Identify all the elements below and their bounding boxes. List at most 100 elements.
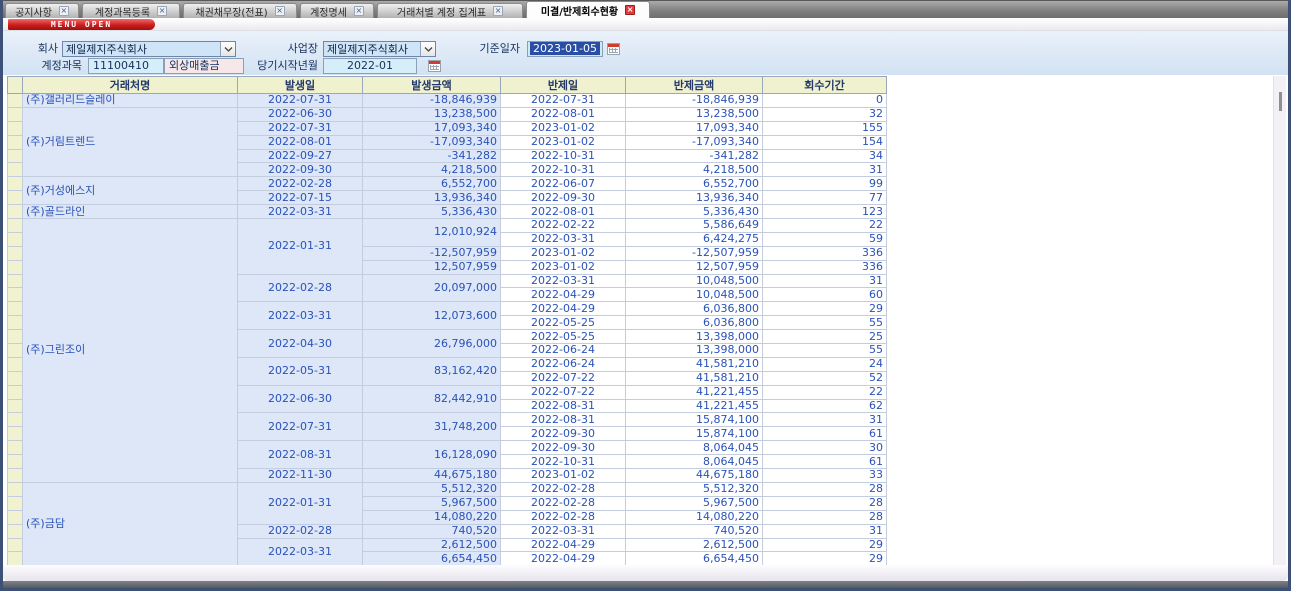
days-cell[interactable]: 0 [763, 94, 887, 108]
days-cell[interactable]: 34 [763, 149, 887, 163]
occ-date-cell[interactable]: 2022-06-30 [238, 107, 363, 121]
rep-date-cell[interactable]: 2022-06-24 [501, 344, 626, 358]
row-selector-cell[interactable] [8, 552, 23, 566]
row-selector-cell[interactable] [8, 232, 23, 246]
rep-date-cell[interactable]: 2023-01-02 [501, 135, 626, 149]
base-date-input[interactable]: 2023-01-05 [527, 41, 603, 57]
occ-date-cell[interactable]: 2022-08-31 [238, 441, 363, 469]
rep-amount-cell[interactable]: 5,336,430 [626, 205, 763, 219]
occ-date-cell[interactable]: 2022-07-31 [238, 413, 363, 441]
row-selector-cell[interactable] [8, 177, 23, 191]
customer-cell[interactable]: (주)갤러리드슬레이 [23, 94, 238, 108]
row-selector-cell[interactable] [8, 441, 23, 455]
days-cell[interactable]: 28 [763, 496, 887, 510]
occ-date-cell[interactable]: 2022-11-30 [238, 469, 363, 483]
occ-amount-cell[interactable]: 31,748,200 [363, 413, 501, 441]
customer-cell[interactable]: (주)금담 [23, 482, 238, 565]
account-name-field[interactable]: 외상매출금 [164, 58, 244, 74]
rep-date-cell[interactable]: 2022-06-07 [501, 177, 626, 191]
row-selector-cell[interactable] [8, 330, 23, 344]
occ-date-cell[interactable]: 2022-01-31 [238, 219, 363, 275]
rep-date-cell[interactable]: 2022-04-29 [501, 302, 626, 316]
days-cell[interactable]: 31 [763, 524, 887, 538]
days-cell[interactable]: 123 [763, 205, 887, 219]
occ-date-cell[interactable]: 2022-02-28 [238, 524, 363, 538]
days-cell[interactable]: 155 [763, 121, 887, 135]
rep-date-cell[interactable]: 2022-09-30 [501, 427, 626, 441]
rep-date-cell[interactable]: 2022-02-28 [501, 496, 626, 510]
days-cell[interactable]: 55 [763, 344, 887, 358]
rep-date-cell[interactable]: 2023-01-02 [501, 246, 626, 260]
occ-date-cell[interactable]: 2022-02-28 [238, 274, 363, 302]
close-icon[interactable]: × [354, 6, 364, 16]
rep-amount-cell[interactable]: 10,048,500 [626, 288, 763, 302]
horizontal-scrollbar[interactable] [3, 565, 1288, 581]
occ-date-cell[interactable]: 2022-03-31 [238, 302, 363, 330]
occ-amount-cell[interactable]: 740,520 [363, 524, 501, 538]
occ-amount-cell[interactable]: 12,507,959 [363, 260, 501, 274]
close-icon[interactable]: × [157, 6, 167, 16]
close-icon[interactable]: × [625, 5, 635, 15]
rep-date-cell[interactable]: 2022-05-25 [501, 330, 626, 344]
occ-amount-cell[interactable]: 14,080,220 [363, 510, 501, 524]
rep-amount-cell[interactable]: 41,581,210 [626, 371, 763, 385]
row-selector-cell[interactable] [8, 469, 23, 483]
row-selector-cell[interactable] [8, 510, 23, 524]
tab-5[interactable]: 미결/반제회수현황× [526, 1, 650, 18]
occ-date-cell[interactable]: 2022-04-30 [238, 330, 363, 358]
occ-amount-cell[interactable]: 4,218,500 [363, 163, 501, 177]
rep-date-cell[interactable]: 2023-01-02 [501, 260, 626, 274]
rep-amount-cell[interactable]: 8,064,045 [626, 455, 763, 469]
row-selector-cell[interactable] [8, 205, 23, 219]
days-cell[interactable]: 77 [763, 191, 887, 205]
occ-amount-cell[interactable]: -17,093,340 [363, 135, 501, 149]
occ-amount-cell[interactable]: 12,073,600 [363, 302, 501, 330]
rep-date-cell[interactable]: 2022-03-31 [501, 232, 626, 246]
days-cell[interactable]: 31 [763, 163, 887, 177]
menu-open-button[interactable]: MENU OPEN [8, 19, 155, 30]
rep-amount-cell[interactable]: 6,036,800 [626, 316, 763, 330]
rep-amount-cell[interactable]: 14,080,220 [626, 510, 763, 524]
days-cell[interactable]: 28 [763, 482, 887, 496]
close-icon[interactable]: × [59, 6, 69, 16]
close-icon[interactable]: × [275, 6, 285, 16]
tab-1[interactable]: 계정과목등록× [82, 3, 180, 18]
days-cell[interactable]: 29 [763, 302, 887, 316]
occ-amount-cell[interactable]: 5,967,500 [363, 496, 501, 510]
days-cell[interactable]: 25 [763, 330, 887, 344]
rep-amount-cell[interactable]: -18,846,939 [626, 94, 763, 108]
rep-date-cell[interactable]: 2022-10-31 [501, 149, 626, 163]
row-selector-cell[interactable] [8, 191, 23, 205]
row-selector-cell[interactable] [8, 413, 23, 427]
rep-date-cell[interactable]: 2022-08-31 [501, 413, 626, 427]
rep-date-cell[interactable]: 2022-02-28 [501, 482, 626, 496]
rep-date-cell[interactable]: 2022-03-31 [501, 274, 626, 288]
site-select[interactable]: 제일제지주식회사 [323, 41, 436, 57]
rep-amount-cell[interactable]: 13,398,000 [626, 344, 763, 358]
rep-amount-cell[interactable]: -12,507,959 [626, 246, 763, 260]
occ-amount-cell[interactable]: 20,097,000 [363, 274, 501, 302]
rep-date-cell[interactable]: 2022-03-31 [501, 524, 626, 538]
occ-date-cell[interactable]: 2022-09-30 [238, 163, 363, 177]
close-icon[interactable]: × [493, 6, 503, 16]
rep-amount-cell[interactable]: 41,221,455 [626, 399, 763, 413]
rep-date-cell[interactable]: 2022-02-28 [501, 510, 626, 524]
account-code-field[interactable]: 11100410 [88, 58, 164, 74]
occ-amount-cell[interactable]: -12,507,959 [363, 246, 501, 260]
rep-date-cell[interactable]: 2022-05-25 [501, 316, 626, 330]
days-cell[interactable]: 99 [763, 177, 887, 191]
occ-amount-cell[interactable]: 13,238,500 [363, 107, 501, 121]
rep-amount-cell[interactable]: 6,424,275 [626, 232, 763, 246]
rep-date-cell[interactable]: 2022-02-22 [501, 219, 626, 233]
row-selector-cell[interactable] [8, 274, 23, 288]
rep-amount-cell[interactable]: 17,093,340 [626, 121, 763, 135]
days-cell[interactable]: 336 [763, 246, 887, 260]
chevron-down-icon[interactable] [220, 42, 235, 56]
days-cell[interactable]: 62 [763, 399, 887, 413]
row-selector-cell[interactable] [8, 399, 23, 413]
days-cell[interactable]: 33 [763, 469, 887, 483]
scrollbar-thumb[interactable] [1279, 92, 1282, 111]
occ-amount-cell[interactable]: -341,282 [363, 149, 501, 163]
rep-amount-cell[interactable]: 41,581,210 [626, 357, 763, 371]
days-cell[interactable]: 61 [763, 427, 887, 441]
